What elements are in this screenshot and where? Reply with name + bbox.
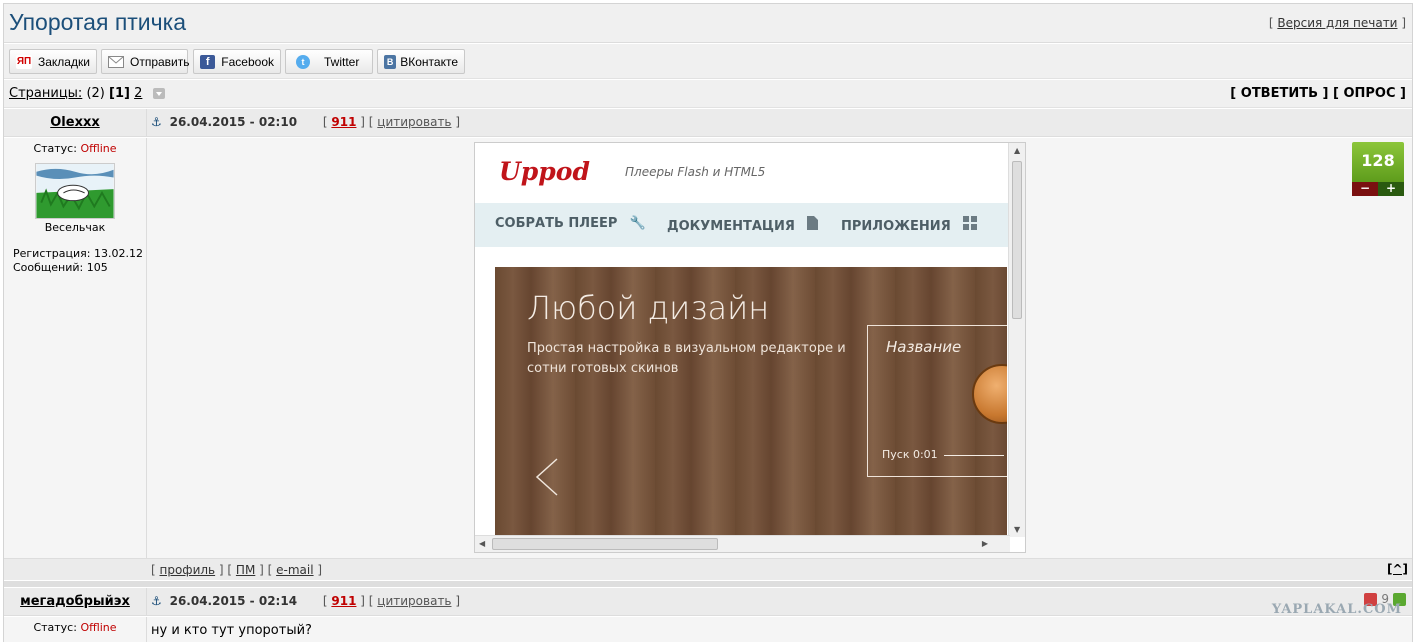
scroll-down-icon: ▼ — [1014, 525, 1021, 534]
send-button[interactable]: Отправить — [101, 49, 190, 74]
profile-link[interactable]: профиль — [160, 563, 216, 577]
email-link[interactable]: e-mail — [276, 563, 313, 577]
rating-value: 128 — [1352, 142, 1404, 182]
share-toolbar: ЯП Закладки Отправить f Facebook t Twitt… — [4, 44, 1412, 79]
twitter-button[interactable]: t Twitter — [285, 49, 373, 74]
quote-link[interactable]: цитировать — [377, 115, 451, 129]
post-meta: ⚓ 26.04.2015 - 02:10 [ 911 ] [ цитироват… — [151, 115, 461, 129]
author-link[interactable]: Olexxx — [50, 115, 99, 130]
anchor-icon[interactable]: ⚓ — [151, 115, 162, 129]
site-watermark: YAPLAKAL.COM — [1271, 602, 1402, 617]
topic-header: Упоротая птичка [ Версия для печати ] — [4, 4, 1412, 43]
print-version-link[interactable]: Версия для печати — [1277, 16, 1397, 30]
player-title: Название — [886, 338, 962, 356]
vk-icon: B — [384, 54, 397, 69]
post-rating: 128 − + — [1352, 142, 1404, 196]
author-status: Статус: Offline — [33, 621, 117, 634]
wrench-icon: 🔧 — [629, 216, 647, 231]
uppod-logo: Uppod — [499, 157, 590, 186]
author-stats: Регистрация: 13.02.12 Сообщений: 105 — [13, 247, 143, 274]
post-body: Статус: Offline ну и кто тут упоротый? — [4, 617, 1412, 642]
reply-link[interactable]: [ ОТВЕТИТЬ ] — [1230, 86, 1328, 101]
vote-down-button[interactable]: − — [1352, 182, 1378, 196]
twitter-icon: t — [296, 54, 310, 69]
post-body: Статус: Offline Весельчак Регистрация: 1… — [4, 138, 1412, 558]
post-message: ну и кто тут упоротый? — [151, 623, 312, 638]
author-status: Статус: Offline — [33, 142, 117, 155]
post-meta: ⚓ 26.04.2015 - 02:14 [ 911 ] [ цитироват… — [151, 594, 461, 608]
post-footer: [ профиль ] [ ПМ ] [ e-mail ] [^] — [4, 558, 1412, 580]
post-id-link[interactable]: 911 — [331, 115, 356, 129]
quote-link[interactable]: цитировать — [377, 594, 451, 608]
poll-link[interactable]: [ ОПРОС ] — [1333, 86, 1406, 101]
author-info: Статус: Offline — [4, 617, 147, 642]
current-page: [1] — [109, 86, 130, 101]
author-links: [ профиль ] [ ПМ ] [ e-mail ] — [151, 563, 323, 577]
nav-build-player: СОБРАТЬ ПЛЕЕР 🔧 — [495, 216, 647, 231]
post-separator — [4, 581, 1412, 587]
vertical-scrollbar: ▲ ▼ — [1008, 143, 1025, 537]
scroll-left-icon: ◀ — [479, 539, 486, 548]
avatar[interactable] — [35, 163, 115, 219]
chevron-left-icon — [535, 458, 558, 496]
horizontal-scroll-thumb — [492, 538, 718, 550]
yandex-bookmarks-icon: ЯП — [16, 54, 32, 69]
pages-dropdown-icon[interactable] — [152, 88, 165, 99]
post-author: мегадобрыйэх — [4, 588, 147, 615]
author-link[interactable]: мегадобрыйэх — [20, 594, 130, 609]
banner-title: Любой дизайн — [527, 289, 770, 327]
scroll-up-icon: ▲ — [1014, 146, 1021, 155]
post-header: мегадобрыйэх ⚓ 26.04.2015 - 02:14 [ 911 … — [4, 588, 1412, 617]
facebook-icon: f — [200, 54, 216, 69]
topic-title: Упоротая птичка — [9, 9, 186, 35]
banner-subtitle: Простая настройка в визуальном редакторе… — [527, 341, 846, 376]
player-progress: Пуск 0:01 — [882, 448, 1004, 461]
back-to-top-link[interactable]: [^] — [1387, 562, 1408, 576]
vk-button[interactable]: B ВКонтакте — [377, 49, 465, 74]
back-to-top: [^] — [1387, 562, 1408, 576]
nav-documentation: ДОКУМЕНТАЦИЯ — [667, 216, 819, 234]
nav-apps: ПРИЛОЖЕНИЯ — [841, 216, 978, 234]
uppod-nav: СОБРАТЬ ПЛЕЕР 🔧 ДОКУМЕНТАЦИЯ ПРИЛОЖЕНИЯ — [475, 203, 1010, 247]
horizontal-scrollbar: ◀ ▶ — [475, 535, 1010, 552]
envelope-icon — [108, 55, 124, 69]
post-author: Olexxx — [4, 109, 147, 136]
document-icon — [807, 216, 819, 234]
post-image: Uppod Плееры Flash и HTML5 СОБРАТЬ ПЛЕЕР… — [474, 142, 1026, 553]
uppod-tagline: Плееры Flash и HTML5 — [625, 165, 766, 179]
facebook-button[interactable]: f Facebook — [193, 49, 281, 74]
author-rank: Весельчак — [44, 221, 106, 234]
pages-label-link[interactable]: Страницы: — [9, 86, 82, 101]
scroll-right-icon: ▶ — [981, 539, 988, 548]
pm-link[interactable]: ПМ — [236, 563, 255, 577]
topic-actions: [ ОТВЕТИТЬ ] [ ОПРОС ] — [1230, 86, 1406, 101]
wooden-play-button-icon — [972, 364, 1007, 424]
vertical-scroll-thumb — [1012, 161, 1022, 319]
post-date: 26.04.2015 - 02:10 — [169, 115, 298, 129]
vote-up-button[interactable]: + — [1378, 182, 1404, 196]
author-info: Статус: Offline Весельчак Регистрация: 1… — [4, 138, 147, 558]
post-id-link[interactable]: 911 — [331, 594, 356, 608]
page-2-link[interactable]: 2 — [134, 86, 142, 101]
uppod-banner: Любой дизайн Простая настройка в визуаль… — [495, 267, 1007, 537]
player-preview: Название Пуск 0:01 — [867, 325, 1007, 477]
grid-icon — [963, 216, 978, 234]
pagination: Страницы: (2) [1] 2 — [9, 86, 165, 101]
bookmarks-button[interactable]: ЯП Закладки — [9, 49, 97, 74]
print-version: [ Версия для печати ] — [1268, 16, 1406, 30]
post-header: Olexxx ⚓ 26.04.2015 - 02:10 [ 911 ] [ ци… — [4, 109, 1412, 137]
post-date: 26.04.2015 - 02:14 — [169, 594, 298, 608]
anchor-icon[interactable]: ⚓ — [151, 594, 162, 608]
pagination-bar: Страницы: (2) [1] 2 [ ОТВЕТИТЬ ] [ ОПРОС… — [4, 80, 1412, 108]
forum-page: Упоротая птичка [ Версия для печати ] ЯП… — [3, 3, 1413, 642]
